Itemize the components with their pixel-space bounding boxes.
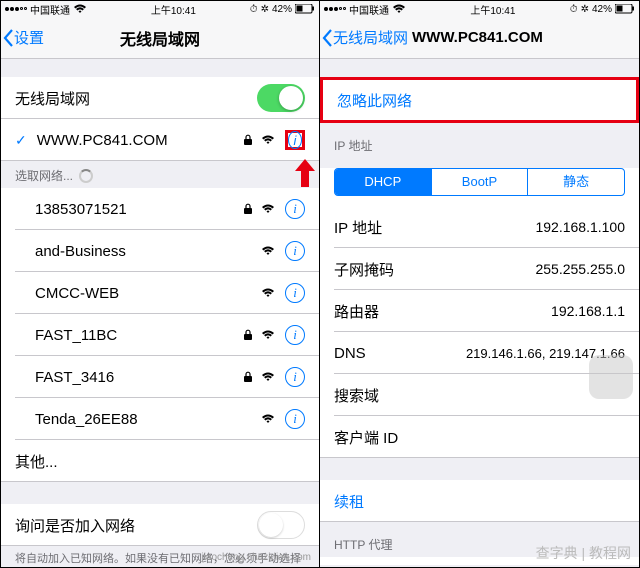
network-row[interactable]: 13853071521 i bbox=[1, 188, 319, 230]
lock-icon bbox=[243, 371, 253, 383]
search-domain-label: 搜索域 bbox=[334, 385, 625, 406]
info-button[interactable]: i bbox=[285, 283, 305, 303]
wifi-icon bbox=[261, 413, 275, 425]
wifi-status-icon bbox=[392, 3, 406, 15]
forget-network-row[interactable]: 忽略此网络 bbox=[320, 77, 639, 123]
router-label: 路由器 bbox=[334, 301, 551, 322]
info-button[interactable]: i bbox=[285, 199, 305, 219]
status-time: 上午10:41 bbox=[470, 2, 515, 17]
network-name: FAST_11BC bbox=[35, 327, 243, 344]
dns-label: DNS bbox=[334, 345, 466, 362]
chevron-left-icon bbox=[322, 29, 333, 47]
signal-dots-icon bbox=[324, 7, 346, 11]
choose-network-header: 选取网络... bbox=[1, 161, 319, 188]
back-button[interactable]: 无线局域网 bbox=[320, 27, 408, 48]
network-row[interactable]: Tenda_26EE88 i bbox=[1, 398, 319, 440]
assistive-touch-icon[interactable] bbox=[589, 355, 633, 399]
info-button[interactable]: i bbox=[285, 241, 305, 261]
forget-network-label: 忽略此网络 bbox=[337, 90, 622, 111]
mask-value: 255.255.255.0 bbox=[535, 261, 625, 277]
mask-row: 子网掩码255.255.255.0 bbox=[320, 248, 639, 290]
carrier-label: 中国联通 bbox=[30, 2, 70, 17]
ip-value: 192.168.1.100 bbox=[535, 219, 625, 235]
wifi-master-label: 无线局域网 bbox=[15, 88, 257, 109]
ip-section-header: IP 地址 bbox=[320, 123, 639, 158]
network-name: Tenda_26EE88 bbox=[35, 411, 261, 428]
wifi-status-icon bbox=[73, 3, 87, 15]
router-value: 192.168.1.1 bbox=[551, 303, 625, 319]
signal-dots-icon bbox=[5, 7, 27, 11]
other-label: 其他... bbox=[15, 451, 305, 472]
client-id-label: 客户端 ID bbox=[334, 427, 625, 448]
connected-network-name: WWW.PC841.COM bbox=[37, 132, 243, 149]
renew-lease-row[interactable]: 续租 bbox=[320, 480, 639, 522]
network-name: and-Business bbox=[35, 243, 261, 260]
red-arrow-icon bbox=[295, 159, 315, 187]
battery-icon bbox=[615, 4, 635, 14]
info-button[interactable]: i bbox=[285, 409, 305, 429]
network-row[interactable]: FAST_11BC i bbox=[1, 314, 319, 356]
watermark: 查字典 | 教程网 bbox=[536, 543, 631, 563]
page-title: 无线局域网 bbox=[120, 26, 200, 50]
connected-network-row[interactable]: ✓ WWW.PC841.COM i bbox=[1, 119, 319, 161]
status-bar: 中国联通 上午10:41 ⏱ ✲ 42% bbox=[320, 1, 639, 17]
network-row[interactable]: and-Business i bbox=[1, 230, 319, 272]
back-label: 无线局域网 bbox=[333, 27, 408, 48]
battery-icon bbox=[295, 4, 315, 14]
alarm-icon: ⏱ bbox=[570, 4, 578, 15]
wifi-icon bbox=[261, 287, 275, 299]
info-button[interactable]: i bbox=[285, 130, 305, 150]
wifi-toggle[interactable] bbox=[257, 84, 305, 112]
wifi-icon bbox=[261, 134, 275, 146]
client-id-row[interactable]: 客户端 ID bbox=[320, 416, 639, 458]
ip-label: IP 地址 bbox=[334, 217, 535, 238]
network-row[interactable]: FAST_3416 i bbox=[1, 356, 319, 398]
spinner-icon bbox=[79, 169, 93, 183]
watermark: jiaocheng.chazidian.com bbox=[201, 552, 311, 563]
alarm-icon: ⏱ bbox=[250, 4, 258, 15]
other-network-row[interactable]: 其他... bbox=[1, 440, 319, 482]
wifi-icon bbox=[261, 203, 275, 215]
network-name: CMCC-WEB bbox=[35, 285, 261, 302]
chevron-left-icon bbox=[3, 29, 14, 47]
mask-label: 子网掩码 bbox=[334, 259, 535, 280]
wifi-master-row: 无线局域网 bbox=[1, 77, 319, 119]
seg-dhcp[interactable]: DHCP bbox=[335, 169, 431, 195]
seg-bootp[interactable]: BootP bbox=[431, 169, 528, 195]
wifi-icon bbox=[261, 245, 275, 257]
network-row[interactable]: CMCC-WEB i bbox=[1, 272, 319, 314]
carrier-label: 中国联通 bbox=[349, 2, 389, 17]
ip-row: IP 地址192.168.1.100 bbox=[320, 206, 639, 248]
ip-mode-segment[interactable]: DHCP BootP 静态 bbox=[334, 168, 625, 196]
status-bar: 中国联通 上午10:41 ⏱ ✲ 42% bbox=[1, 1, 319, 17]
navbar: 设置 无线局域网 bbox=[1, 17, 319, 59]
lock-icon bbox=[243, 329, 253, 341]
info-button[interactable]: i bbox=[285, 325, 305, 345]
router-row: 路由器192.168.1.1 bbox=[320, 290, 639, 332]
page-title: WWW.PC841.COM bbox=[412, 29, 543, 46]
choose-network-label: 选取网络... bbox=[15, 167, 73, 184]
network-name: FAST_3416 bbox=[35, 369, 243, 386]
network-name: 13853071521 bbox=[35, 201, 243, 218]
ask-join-row: 询问是否加入网络 bbox=[1, 504, 319, 546]
wifi-icon bbox=[261, 371, 275, 383]
lock-icon bbox=[243, 203, 253, 215]
seg-static[interactable]: 静态 bbox=[527, 169, 624, 195]
status-time: 上午10:41 bbox=[151, 2, 196, 17]
lock-icon bbox=[243, 134, 253, 146]
renew-lease-label: 续租 bbox=[334, 491, 625, 512]
wifi-icon bbox=[261, 329, 275, 341]
back-label: 设置 bbox=[14, 27, 44, 48]
battery-pct: 42% bbox=[272, 4, 292, 15]
ask-join-label: 询问是否加入网络 bbox=[15, 515, 257, 536]
battery-pct: 42% bbox=[592, 4, 612, 15]
check-icon: ✓ bbox=[15, 132, 27, 149]
back-button[interactable]: 设置 bbox=[1, 27, 44, 48]
navbar: 无线局域网 WWW.PC841.COM bbox=[320, 17, 639, 59]
info-button[interactable]: i bbox=[285, 367, 305, 387]
ask-join-toggle[interactable] bbox=[257, 511, 305, 539]
